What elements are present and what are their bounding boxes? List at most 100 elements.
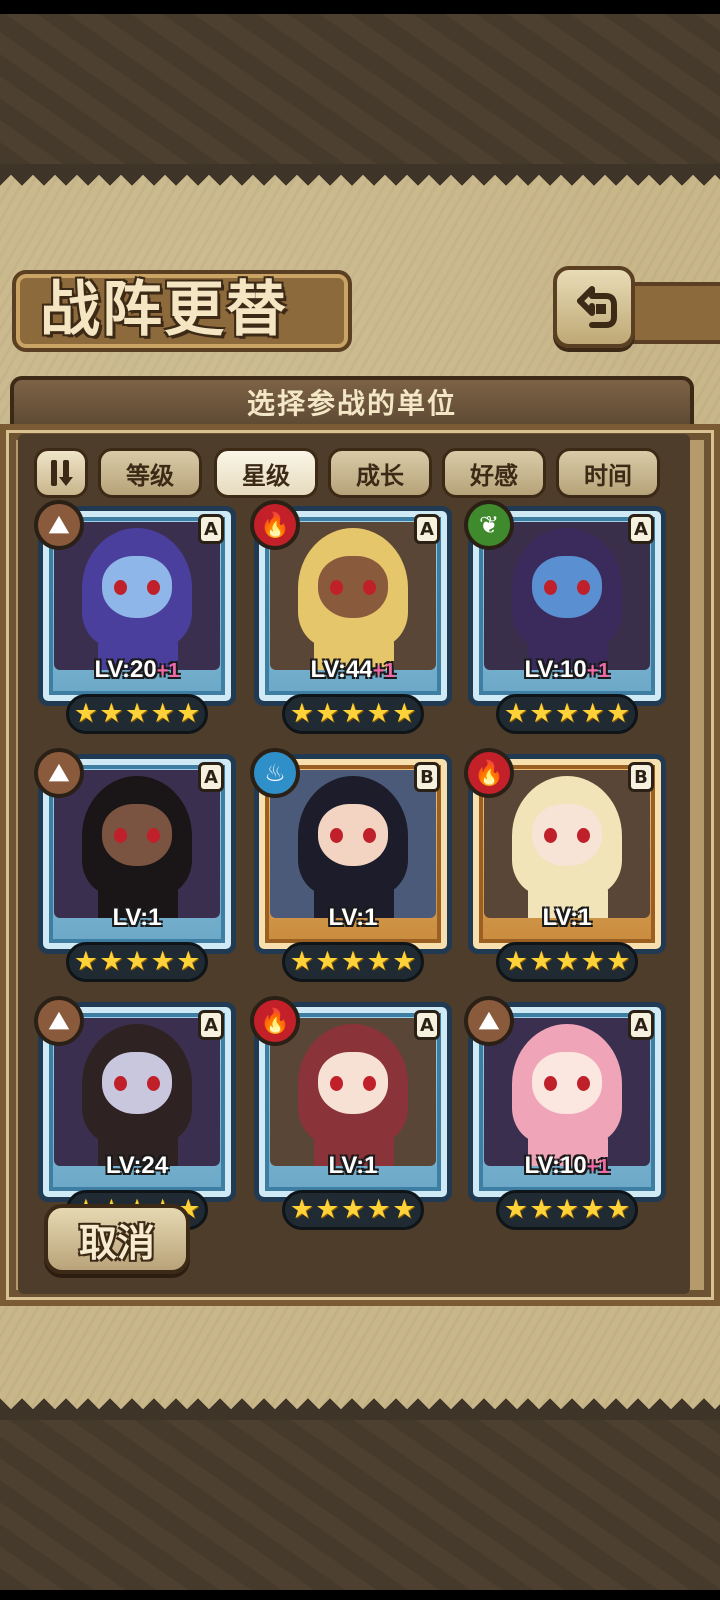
tab-time[interactable]: 时间 — [556, 448, 660, 498]
unit-card[interactable]: ⛰ A LV:10+1 ★ ★ ★ ★ ★ — [464, 996, 666, 1234]
water-element-icon: ♨ — [250, 748, 300, 798]
unit-level: LV:10+1 — [468, 1152, 666, 1180]
star-icon: ★ — [554, 698, 580, 729]
back-button[interactable] — [553, 266, 635, 348]
map-background-top — [0, 14, 720, 164]
unit-card[interactable]: 🔥 A LV:44+1 ★ ★ ★ ★ ★ — [250, 500, 452, 738]
earth-element-icon: ⛰ — [34, 748, 84, 798]
unit-card[interactable]: 🔥 A LV:1 ★ ★ ★ ★ ★ — [250, 996, 452, 1234]
tab-stars[interactable]: 星级 — [214, 448, 318, 498]
cancel-button[interactable]: 取消 — [44, 1204, 190, 1274]
page-title: 战阵更替 — [40, 275, 288, 345]
unit-portrait — [484, 522, 650, 670]
sort-order-toggle[interactable] — [34, 448, 88, 498]
level-bonus: +1 — [586, 1156, 610, 1178]
unit-portrait — [270, 522, 436, 670]
star-icon: ★ — [124, 698, 150, 729]
star-icon: ★ — [366, 1194, 391, 1225]
star-rating: ★★★★★ — [282, 1190, 424, 1230]
earth-element-icon: ⛰ — [34, 500, 84, 550]
tab-affection[interactable]: 好感 — [442, 448, 546, 498]
tab-level[interactable]: 等级 — [98, 448, 202, 498]
star-icon: ★ — [150, 946, 175, 977]
level-value: LV:1 — [542, 904, 592, 931]
star-icon: ★ — [99, 946, 124, 977]
back-strip — [630, 282, 720, 344]
level-value: LV:1 — [328, 904, 378, 931]
star-icon: ★ — [606, 698, 631, 729]
star-icon: ★ — [289, 946, 314, 977]
star-icon: ★ — [606, 946, 631, 977]
unit-card[interactable]: ⛰ A LV:20+1 ★ ★ ★ ★ ★ — [34, 500, 236, 738]
nav-bar — [0, 1590, 720, 1600]
unit-card[interactable]: ❦ A LV:10+1 ★ ★ ★ ★ ★ — [464, 500, 666, 738]
status-bar — [0, 0, 720, 14]
earth-element-icon: ⛰ — [464, 996, 514, 1046]
unit-portrait — [54, 770, 220, 918]
level-value: LV:10 — [524, 1152, 587, 1179]
unit-portrait — [54, 522, 220, 670]
star-rating: ★★★★★ — [282, 942, 424, 982]
star-icon: ★ — [73, 698, 98, 729]
sort-order-icon — [51, 460, 73, 486]
unit-portrait — [270, 1018, 436, 1166]
unit-portrait — [54, 1018, 220, 1166]
level-value: LV:1 — [112, 904, 162, 931]
unit-level: LV:1 — [254, 1152, 452, 1180]
tab-growth[interactable]: 成长 — [328, 448, 432, 498]
rank-badge: A — [628, 514, 654, 544]
star-icon: ★ — [606, 1194, 631, 1225]
star-icon: ★ — [99, 698, 124, 729]
star-rating: ★★★★★ — [66, 694, 208, 734]
star-icon: ★ — [392, 698, 417, 729]
star-rating: ★★★★★ — [496, 942, 638, 982]
rank-badge: A — [198, 514, 224, 544]
return-icon — [577, 286, 617, 328]
star-icon: ★ — [150, 698, 175, 729]
star-icon: ★ — [580, 1194, 605, 1225]
rank-badge: A — [628, 1010, 654, 1040]
nature-element-icon: ❦ — [464, 500, 514, 550]
unit-portrait — [484, 1018, 650, 1166]
level-value: LV:20 — [94, 656, 157, 683]
star-icon: ★ — [315, 1194, 340, 1225]
unit-card[interactable]: ⛰ A LV:24 ★★★★★ — [34, 996, 236, 1234]
unit-portrait — [484, 770, 650, 918]
subtitle-bar: 选择参战的单位 — [10, 376, 694, 428]
rank-badge: A — [198, 1010, 224, 1040]
fire-element-icon: 🔥 — [250, 500, 300, 550]
star-rating: ★★★★★ — [282, 694, 424, 734]
level-bonus: +1 — [372, 660, 396, 682]
rank-badge: B — [628, 762, 654, 792]
star-icon: ★ — [554, 946, 580, 977]
star-icon: ★ — [73, 946, 98, 977]
star-icon: ★ — [124, 946, 150, 977]
star-icon: ★ — [580, 946, 605, 977]
star-icon: ★ — [366, 698, 391, 729]
level-value: LV:1 — [328, 1152, 378, 1179]
unit-card[interactable]: ⛰ A LV:1 ★ ★ ★ ★ ★ — [34, 748, 236, 986]
rank-badge: B — [414, 762, 440, 792]
star-icon: ★ — [503, 946, 528, 977]
star-rating: ★★★★★ — [496, 694, 638, 734]
star-icon: ★ — [392, 946, 417, 977]
unit-level: LV:1 — [38, 904, 236, 932]
torn-edge-top — [0, 164, 720, 186]
unit-card[interactable]: ♨ B LV:1 ★ ★ ★ ★ ★ — [250, 748, 452, 986]
star-icon: ★ — [529, 698, 554, 729]
level-value: LV:10 — [524, 656, 587, 683]
unit-card[interactable]: 🔥 B LV:1 ★ ★ ★ ★ ★ — [464, 748, 666, 986]
star-icon: ★ — [340, 698, 366, 729]
unit-level: LV:44+1 — [254, 656, 452, 684]
torn-edge-bottom — [0, 1398, 720, 1420]
unit-level: LV:1 — [468, 904, 666, 932]
unit-portrait — [270, 770, 436, 918]
star-rating: ★★★★★ — [496, 1190, 638, 1230]
star-icon: ★ — [315, 946, 340, 977]
star-icon: ★ — [529, 946, 554, 977]
star-icon: ★ — [529, 1194, 554, 1225]
star-icon: ★ — [366, 946, 391, 977]
subtitle: 选择参战的单位 — [246, 387, 457, 420]
unit-level: LV:24 — [38, 1152, 236, 1180]
star-icon: ★ — [176, 946, 201, 977]
